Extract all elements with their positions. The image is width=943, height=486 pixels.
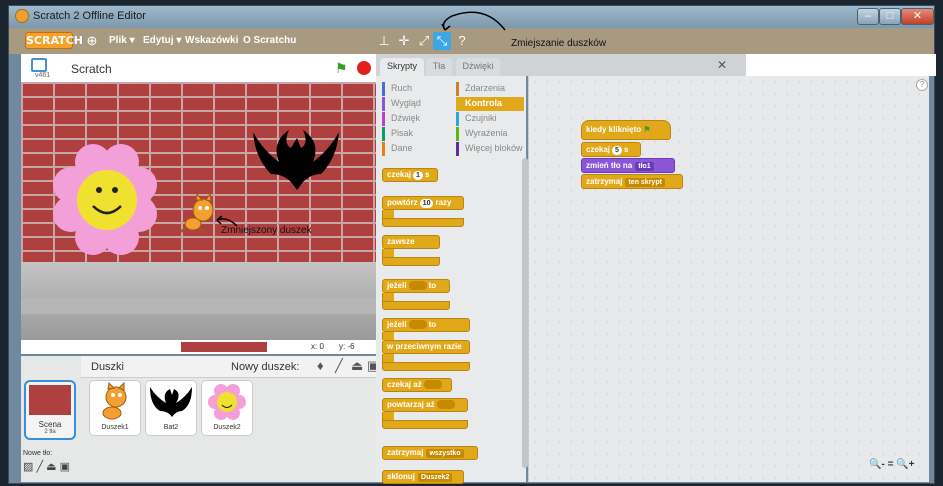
new-backdrop-label: Nowe tło: bbox=[23, 450, 53, 457]
editor-tabs: Skrypty Tła Dźwięki ✕ bbox=[376, 54, 746, 76]
sprites-header: Duszki Nowy duszek: ♦ ╱ ⏏ ▣ bbox=[81, 356, 379, 378]
category-looks[interactable]: Wygląd bbox=[382, 97, 450, 111]
maximize-button[interactable]: □ bbox=[879, 8, 901, 25]
grow-icon[interactable]: ⤢ bbox=[415, 32, 433, 50]
script-wait-block[interactable]: czekaj 5 s bbox=[581, 142, 641, 157]
block-if-else[interactable]: jeżeli to bbox=[382, 318, 470, 332]
menu-bar: SCRATCH ⊕ Plik ▾ Edytuj ▾ Wskazówki O Sc… bbox=[9, 28, 934, 54]
category-operators[interactable]: Wyrażenia bbox=[456, 127, 524, 141]
stage-thumb-image bbox=[29, 385, 71, 415]
sprite-annotation: Zmniejszony duszek bbox=[221, 225, 312, 236]
menu-about[interactable]: O Scratchu bbox=[243, 35, 296, 46]
green-flag-icon: ⚑ bbox=[643, 125, 651, 134]
stop-button[interactable] bbox=[357, 61, 371, 75]
duplicate-stamp-icon[interactable]: ⊥ bbox=[375, 32, 393, 50]
flower-icon bbox=[208, 384, 246, 420]
category-sensing[interactable]: Czujniki bbox=[456, 112, 524, 126]
header-blank bbox=[746, 54, 936, 76]
category-pen[interactable]: Pisak bbox=[382, 127, 450, 141]
script-hat-block[interactable]: kiedy kliknięto ⚑ bbox=[581, 120, 671, 140]
zoom-controls: 🔍- = 🔍+ bbox=[869, 459, 914, 470]
block-stop[interactable]: zatrzymaj wszystko bbox=[382, 446, 478, 460]
script-stop-block[interactable]: zatrzymaj ten skrypt bbox=[581, 174, 683, 189]
flower-sprite bbox=[53, 144, 157, 255]
stage[interactable]: Zmniejszony duszek bbox=[21, 82, 376, 340]
globe-icon[interactable]: ⊕ bbox=[83, 32, 101, 50]
mouse-y: y: -6 bbox=[339, 342, 355, 351]
help-circle-icon[interactable]: ? bbox=[916, 79, 928, 91]
close-icon[interactable]: ✕ bbox=[717, 58, 727, 72]
paint-brush-icon[interactable]: ╱ bbox=[335, 358, 343, 374]
cat-sprite bbox=[180, 192, 214, 233]
sprite-name: Duszek2 bbox=[213, 424, 241, 431]
sprite-tile-duszek1[interactable]: Duszek1 bbox=[89, 380, 141, 436]
script-area[interactable]: kiedy kliknięto ⚑ czekaj 5 s zmień tło na t… bbox=[528, 76, 929, 482]
tab-backdrops[interactable]: Tła bbox=[426, 58, 452, 76]
block-wait[interactable]: czekaj 1 s bbox=[382, 168, 438, 182]
script-switch-backdrop-block[interactable]: zmień tło na tło1 bbox=[581, 158, 675, 173]
sprites-panel: Duszki Nowy duszek: ♦ ╱ ⏏ ▣ Scena 2 tła … bbox=[21, 356, 379, 482]
window-title: Scratch 2 Offline Editor bbox=[33, 10, 146, 22]
app-icon bbox=[15, 9, 29, 23]
sprites-title: Duszki bbox=[91, 361, 125, 373]
block-forever[interactable]: zawsze bbox=[382, 235, 440, 249]
zoom-reset-icon[interactable]: = bbox=[888, 459, 894, 470]
new-sprite-label: Nowy duszek: bbox=[231, 361, 300, 373]
category-data[interactable]: Dane bbox=[382, 142, 450, 156]
sprite-tile-duszek2[interactable]: Duszek2 bbox=[201, 380, 253, 436]
bat-icon bbox=[150, 387, 192, 417]
backdrop-thumbnail-strip bbox=[181, 342, 267, 352]
scene-label: Scena bbox=[38, 420, 62, 429]
fullscreen-icon[interactable] bbox=[31, 58, 47, 72]
project-title[interactable]: Scratch bbox=[71, 62, 112, 76]
zoom-out-icon[interactable]: 🔍- bbox=[869, 459, 885, 470]
sprite-name: Duszek1 bbox=[101, 424, 129, 431]
green-flag-icon[interactable]: ⚑ bbox=[335, 60, 348, 77]
block-repeat[interactable]: powtórz 10 razy bbox=[382, 196, 464, 210]
menu-file[interactable]: Plik ▾ bbox=[109, 35, 135, 46]
minimize-button[interactable]: – bbox=[857, 8, 879, 25]
block-repeat-until[interactable]: powtarzaj aż bbox=[382, 398, 468, 412]
bat-sprite bbox=[253, 130, 339, 190]
upload-icon[interactable]: ⏏ bbox=[351, 358, 363, 374]
close-button[interactable]: ✕ bbox=[901, 8, 934, 25]
tab-scripts[interactable]: Skrypty bbox=[380, 58, 424, 76]
delete-scissors-icon[interactable]: ✛ bbox=[395, 32, 413, 50]
block-clone[interactable]: sklonuj Duszek2 bbox=[382, 470, 464, 484]
scratch-logo[interactable]: SCRATCH bbox=[25, 32, 83, 49]
sprite-tile-bat2[interactable]: Bat2 bbox=[145, 380, 197, 436]
new-backdrop-tools[interactable]: ▨ ╱ ⏏ ▣ bbox=[23, 460, 70, 473]
category-more-blocks[interactable]: Więcej bloków bbox=[456, 142, 524, 156]
tab-sounds[interactable]: Dźwięki bbox=[456, 58, 500, 76]
backdrop-count: 2 tła bbox=[44, 429, 56, 435]
help-icon[interactable]: ? bbox=[453, 32, 471, 50]
coordinates-bar: x: 0 y: -6 bbox=[21, 340, 376, 354]
cat-icon bbox=[102, 381, 127, 420]
mouse-x: x: 0 bbox=[311, 342, 324, 351]
version-label: v461 bbox=[35, 72, 51, 79]
menu-tips[interactable]: Wskazówki bbox=[185, 35, 238, 46]
category-sound[interactable]: Dźwięk bbox=[382, 112, 450, 126]
zoom-in-icon[interactable]: 🔍+ bbox=[896, 459, 914, 470]
sprite-name: Bat2 bbox=[163, 424, 179, 431]
stage-thumbnail[interactable]: Scena 2 tła bbox=[24, 380, 76, 440]
editor-window: Scratch 2 Offline Editor – □ ✕ SCRATCH ⊕… bbox=[8, 5, 936, 484]
stage-sprites bbox=[53, 130, 339, 255]
sprite-library-icon[interactable]: ♦ bbox=[317, 358, 324, 373]
block-if[interactable]: jeżeli to bbox=[382, 279, 450, 293]
block-else-label: w przeciwnym razie bbox=[382, 340, 470, 354]
block-palette: czekaj 1 s powtórz 10 razy zawsze jeżeli to j… bbox=[376, 158, 526, 484]
shrink-annotation: Zmiejszanie duszków bbox=[511, 38, 607, 49]
category-events[interactable]: Zdarzenia bbox=[456, 82, 524, 96]
block-wait-until[interactable]: czekaj aż bbox=[382, 378, 452, 392]
menu-edit[interactable]: Edytuj ▾ bbox=[143, 35, 181, 46]
category-motion[interactable]: Ruch bbox=[382, 82, 450, 96]
stage-header: v461 Scratch ⚑ bbox=[21, 54, 376, 82]
title-bar: Scratch 2 Offline Editor – □ ✕ bbox=[9, 6, 934, 28]
shrink-icon[interactable]: ⤡ bbox=[433, 32, 451, 50]
category-control[interactable]: Kontrola bbox=[456, 97, 524, 111]
